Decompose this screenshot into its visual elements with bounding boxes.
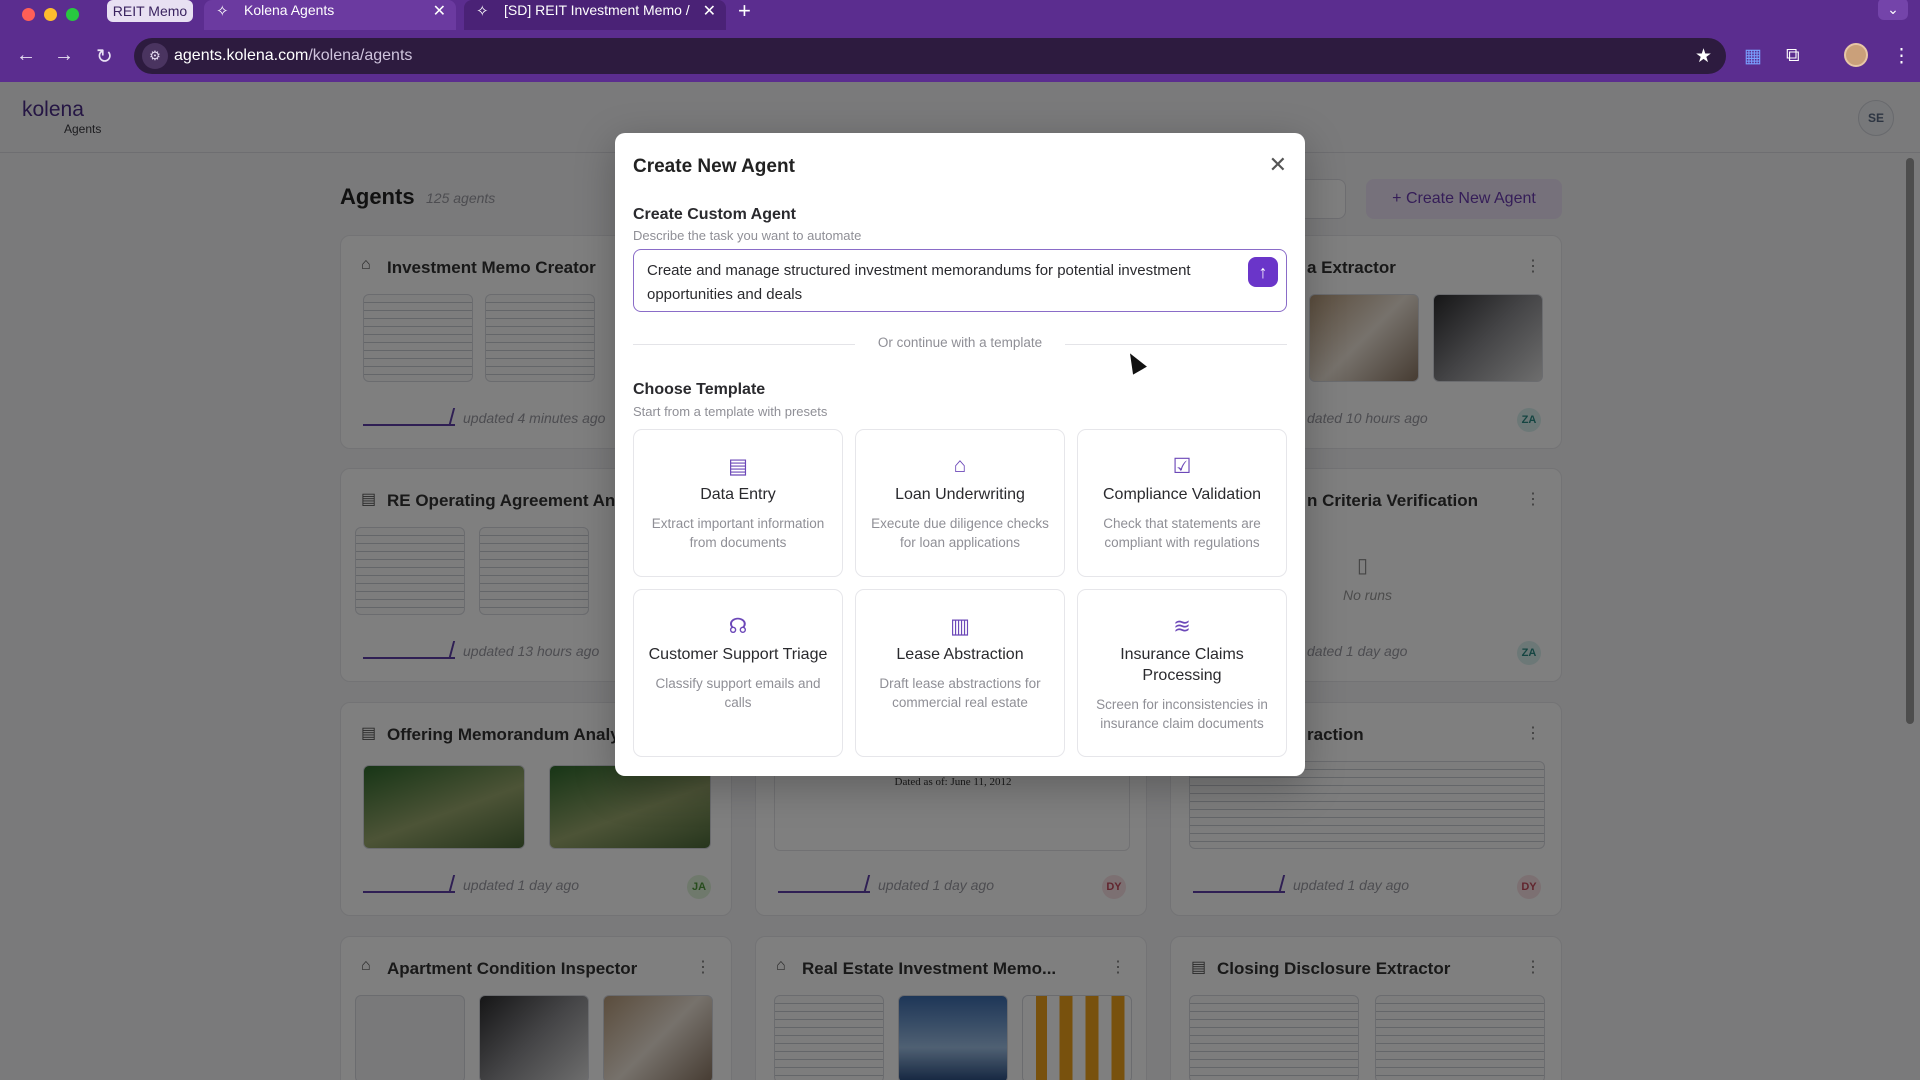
bookmark-star-icon[interactable]: ★ <box>1695 45 1712 68</box>
headset-icon: ☊ <box>728 615 748 638</box>
close-icon[interactable]: ✕ <box>433 2 446 22</box>
back-button[interactable]: ← <box>16 44 36 67</box>
submit-arrow-button[interactable]: ↑ <box>1248 257 1278 287</box>
tab-kolena-agents[interactable]: ✧ Kolena Agents ✕ <box>204 0 456 30</box>
create-agent-dialog: Create New Agent ✕ Create Custom Agent D… <box>615 133 1305 776</box>
browser-toolbar: ← → ↻ ⚙ agents.kolena.com/kolena/agents … <box>0 30 1920 82</box>
template-heading: Choose Template <box>633 381 766 398</box>
template-name: Loan Underwriting <box>895 486 1025 503</box>
extension-icon[interactable]: ▦ <box>1744 45 1762 68</box>
browser-profile-avatar[interactable] <box>1844 43 1868 67</box>
page-scrollbar[interactable] <box>1906 158 1914 724</box>
template-loan-underwriting[interactable]: ⌂ Loan Underwriting Execute due diligenc… <box>855 429 1065 577</box>
browser-tab-bar: REIT Memo ✧ Kolena Agents ✕ ✧ [SD] REIT … <box>0 0 1920 30</box>
document-icon: ▤ <box>728 455 748 478</box>
dialog-title: Create New Agent <box>633 156 795 177</box>
template-name: Data Entry <box>700 486 776 503</box>
template-description: Check that statements are compliant with… <box>1103 516 1261 550</box>
new-tab-button[interactable]: + <box>738 0 751 24</box>
divider-label: Or continue with a template <box>855 335 1065 350</box>
template-description: Screen for inconsistencies in insurance … <box>1096 697 1268 731</box>
template-description: Classify support emails and calls <box>655 676 821 710</box>
close-icon[interactable]: ✕ <box>1269 152 1287 178</box>
template-subtitle: Start from a template with presets <box>633 404 828 419</box>
template-insurance-claims-processing[interactable]: ≋ Insurance Claims Processing Screen for… <box>1077 589 1287 757</box>
zoom-window-button[interactable] <box>66 8 79 21</box>
close-window-button[interactable] <box>22 8 35 21</box>
browser-menu-icon[interactable]: ⋮ <box>1892 45 1911 68</box>
forward-button[interactable]: → <box>54 44 74 67</box>
template-name: Insurance Claims Processing <box>1120 646 1244 684</box>
custom-agent-subtitle: Describe the task you want to automate <box>633 228 862 243</box>
bank-icon: ⌂ <box>953 454 967 477</box>
tab-title: Kolena Agents <box>244 2 335 18</box>
template-name: Lease Abstraction <box>896 646 1024 663</box>
address-bar[interactable]: ⚙ agents.kolena.com/kolena/agents ★ <box>134 38 1726 74</box>
template-description: Extract important information from docum… <box>651 516 825 550</box>
template-name: Customer Support Triage <box>648 646 828 663</box>
tab-search-button[interactable]: ⌄ <box>1878 0 1908 20</box>
template-data-entry[interactable]: ▤ Data Entry Extract important informati… <box>633 429 843 577</box>
minimize-window-button[interactable] <box>44 8 57 21</box>
template-lease-abstraction[interactable]: ▥ Lease Abstraction Draft lease abstract… <box>855 589 1065 757</box>
template-customer-support-triage[interactable]: ☊ Customer Support Triage Classify suppo… <box>633 589 843 757</box>
kolena-icon: ✧ <box>476 3 489 20</box>
checklist-icon: ☑ <box>1172 455 1192 478</box>
tab-reit-memo[interactable]: ✧ [SD] REIT Investment Memo / ✕ <box>464 0 726 30</box>
building-icon: ▥ <box>950 615 970 638</box>
extensions-puzzle-icon[interactable]: ⧉ <box>1786 45 1800 67</box>
custom-agent-heading: Create Custom Agent <box>633 206 796 223</box>
template-compliance-validation[interactable]: ☑ Compliance Validation Check that state… <box>1077 429 1287 577</box>
reload-button[interactable]: ↻ <box>96 44 113 69</box>
tab-group-label[interactable]: REIT Memo <box>107 0 193 22</box>
site-settings-icon[interactable]: ⚙ <box>142 43 168 69</box>
template-name: Compliance Validation <box>1102 486 1261 503</box>
template-description: Execute due diligence checks for loan ap… <box>871 516 1049 550</box>
tab-title: [SD] REIT Investment Memo / <box>504 2 690 18</box>
speed-icon: ≋ <box>1173 615 1191 638</box>
template-description: Draft lease abstractions for commercial … <box>879 676 1041 710</box>
url-text: agents.kolena.com/kolena/agents <box>174 47 413 64</box>
close-icon[interactable]: ✕ <box>703 2 716 22</box>
kolena-icon: ✧ <box>216 3 229 20</box>
agent-description-input[interactable]: Create and manage structured investment … <box>633 249 1287 312</box>
agent-description-text: Create and manage structured investment … <box>647 262 1191 303</box>
